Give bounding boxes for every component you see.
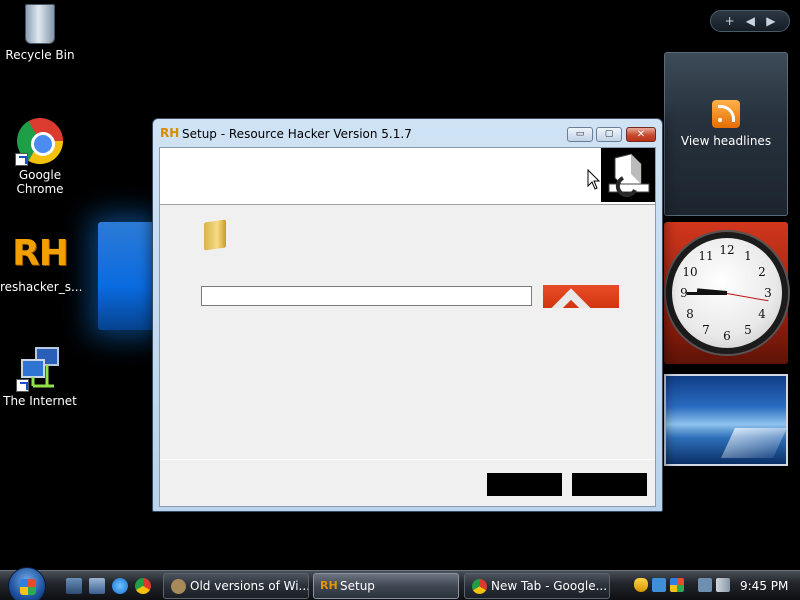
next-gadget-button[interactable]: ▶ [766,14,775,28]
chrome-icon [472,579,487,594]
close-button[interactable]: ✕ [626,127,656,142]
clock-gadget[interactable]: 12 1 2 3 4 5 6 7 8 9 10 11 [666,232,788,354]
volume-muted-icon[interactable] [716,578,730,592]
windows-update-icon[interactable] [652,578,666,592]
back-button[interactable] [487,473,562,496]
chrome-icon [15,118,63,166]
install-path-input[interactable] [201,286,532,306]
folder-icon [204,219,226,251]
chrome-icon[interactable] [135,578,151,594]
clock-minute-hand [687,292,727,295]
next-button[interactable] [572,473,647,496]
minimize-button[interactable]: ▭ [567,127,593,142]
desktop-icon-label: reshacker_s... [0,280,83,294]
task-label: New Tab - Google... [491,579,608,593]
desktop-icon-reshacker[interactable]: RH reshacker_s... [0,232,83,294]
desktop-icon-label: The Internet [3,394,77,408]
window-title: Setup - Resource Hacker Version 5.1.7 [182,127,412,141]
internet-explorer-icon[interactable] [112,578,128,594]
rh-icon: RH [12,233,69,274]
desktop-icon-google-chrome[interactable]: Google Chrome [0,118,80,196]
task-setup[interactable]: RH Setup [313,573,459,599]
feed-headlines-gadget[interactable]: View headlines [664,52,788,216]
desktop-icon-label: Recycle Bin [5,48,75,62]
task-new-tab-chrome[interactable]: New Tab - Google... [464,573,610,599]
taskbar: Old versions of Wi... RH Setup New Tab -… [0,567,800,600]
switch-windows-icon[interactable] [89,578,105,594]
browser-page-icon [171,579,186,594]
start-button[interactable] [8,567,46,600]
add-gadget-button[interactable]: + [725,14,735,28]
window-titlebar[interactable]: RH Setup - Resource Hacker Version 5.1.7… [153,119,662,147]
taskbar-clock[interactable]: 9:45 PM [740,579,788,593]
wizard-header [160,148,655,205]
desktop-icon-label: Google Chrome [16,168,64,196]
task-old-versions[interactable]: Old versions of Wi... [163,573,309,599]
task-label: Old versions of Wi... [190,579,309,593]
view-headlines-label[interactable]: View headlines [665,134,787,148]
network-icon [16,346,62,392]
wallpaper-glow [98,222,158,330]
setup-installer-icon [601,148,655,202]
sidebar-controls: + ◀ ▶ [710,10,790,32]
previous-gadget-button[interactable]: ◀ [746,14,755,28]
shortcut-arrow-icon [16,379,29,392]
shortcut-arrow-icon [15,153,28,166]
rh-icon: RH [320,579,338,592]
chevron-up-icon [551,288,591,308]
windows-flag-icon[interactable] [670,578,684,592]
security-shield-icon[interactable] [634,578,648,592]
task-label: Setup [340,579,375,593]
windows-orb-icon [20,579,36,595]
footer-separator [160,459,655,460]
mouse-cursor-icon [587,169,601,190]
feed-icon [712,100,740,128]
show-desktop-icon[interactable] [66,578,82,594]
slideshow-gadget[interactable] [664,374,788,466]
maximize-button[interactable]: ▢ [596,127,622,142]
desktop-icon-the-internet[interactable]: The Internet [0,346,80,408]
slideshow-image [721,428,787,458]
browse-button[interactable] [543,285,619,308]
desktop-icon-recycle-bin[interactable]: Recycle Bin [0,4,80,62]
recycle-bin-icon [25,4,55,44]
rh-icon: RH [160,126,180,140]
network-status-icon[interactable] [698,578,712,592]
window-client-area [159,147,656,507]
